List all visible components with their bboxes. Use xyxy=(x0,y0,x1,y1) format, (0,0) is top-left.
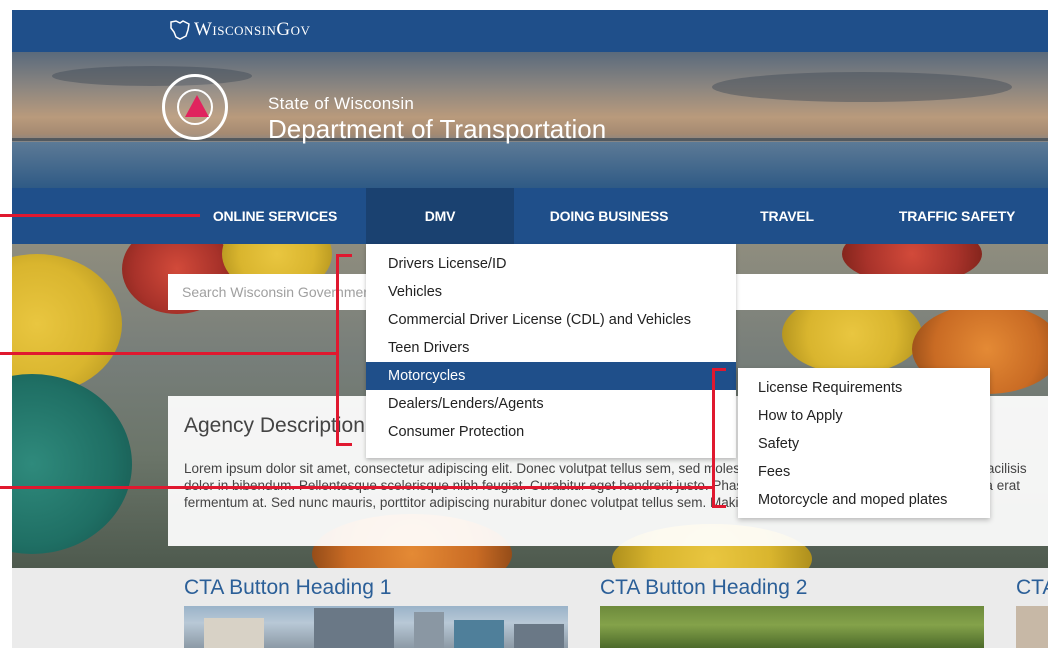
wisconsin-state-icon xyxy=(170,20,190,40)
cta-image-road[interactable] xyxy=(600,606,984,648)
menu-item-drivers-license[interactable]: Drivers License/ID xyxy=(366,250,736,278)
top-bar: WisconsinGov xyxy=(12,10,1048,52)
page: WisconsinGov State of Wisconsin Departme… xyxy=(12,10,1048,648)
menu-item-dealers[interactable]: Dealers/Lenders/Agents xyxy=(366,390,736,418)
water xyxy=(12,142,1048,188)
menu-item-cdl[interactable]: Commercial Driver License (CDL) and Vehi… xyxy=(366,306,736,334)
cta-heading-2[interactable]: CTA Button Heading 2 xyxy=(600,576,807,600)
seal-triangle-icon xyxy=(185,95,209,117)
cta-image-3[interactable] xyxy=(1016,606,1048,648)
annotation-bracket-sub-top xyxy=(712,368,726,371)
annotation-line-online-services xyxy=(0,214,200,217)
nav-traffic-safety[interactable]: TRAFFIC SAFETY xyxy=(872,188,1042,244)
nav-travel[interactable]: TRAVEL xyxy=(712,188,862,244)
menu-item-teen-drivers[interactable]: Teen Drivers xyxy=(366,334,736,362)
annotation-bracket-sub-bottom xyxy=(712,505,726,508)
state-name: State of Wisconsin xyxy=(268,94,415,113)
cloud-shape xyxy=(52,66,252,86)
submenu-item-safety[interactable]: Safety xyxy=(738,430,990,458)
annotation-line-submenu xyxy=(0,486,714,489)
nav-online-services[interactable]: ONLINE SERVICES xyxy=(180,188,370,244)
menu-item-vehicles[interactable]: Vehicles xyxy=(366,278,736,306)
hero-banner: State of Wisconsin Department of Transpo… xyxy=(12,52,1048,188)
chair-shape xyxy=(12,374,132,554)
submenu-item-license-requirements[interactable]: License Requirements xyxy=(738,374,990,402)
submenu-item-motorcycle-plates[interactable]: Motorcycle and moped plates xyxy=(738,486,990,514)
cta-section: CTA Button Heading 1 CTA Button Heading … xyxy=(12,568,1048,648)
submenu-item-fees[interactable]: Fees xyxy=(738,458,990,486)
building-shape xyxy=(314,608,394,648)
building-shape xyxy=(204,618,264,648)
submenu-item-how-to-apply[interactable]: How to Apply xyxy=(738,402,990,430)
nav-doing-business[interactable]: DOING BUSINESS xyxy=(514,188,704,244)
wisconsin-gov-text: WisconsinGov xyxy=(194,19,311,40)
wisconsin-gov-logo[interactable]: WisconsinGov xyxy=(168,18,310,42)
chair-shape xyxy=(12,254,122,394)
department-name[interactable]: Department of Transportation xyxy=(268,114,606,145)
dot-seal-logo[interactable] xyxy=(162,74,228,140)
menu-item-motorcycles[interactable]: Motorcycles xyxy=(366,362,736,390)
building-shape xyxy=(414,612,444,648)
cta-heading-3[interactable]: CTA xyxy=(1016,576,1048,600)
annotation-line-dmv-menu xyxy=(0,352,338,355)
dmv-dropdown-menu: Drivers License/ID Vehicles Commercial D… xyxy=(366,244,736,458)
nav-dmv[interactable]: DMV xyxy=(366,188,514,244)
annotation-bracket-top xyxy=(336,254,352,257)
menu-item-consumer-protection[interactable]: Consumer Protection xyxy=(366,418,736,446)
annotation-bracket-dmv-menu xyxy=(336,254,339,446)
motorcycles-submenu: License Requirements How to Apply Safety… xyxy=(738,368,990,518)
cta-heading-1[interactable]: CTA Button Heading 1 xyxy=(184,576,391,600)
cta-image-city[interactable] xyxy=(184,606,568,648)
annotation-bracket-bottom xyxy=(336,443,352,446)
annotation-bracket-submenu xyxy=(712,368,715,508)
building-shape xyxy=(454,620,504,648)
cloud-shape xyxy=(712,72,1012,102)
building-shape xyxy=(514,624,564,648)
